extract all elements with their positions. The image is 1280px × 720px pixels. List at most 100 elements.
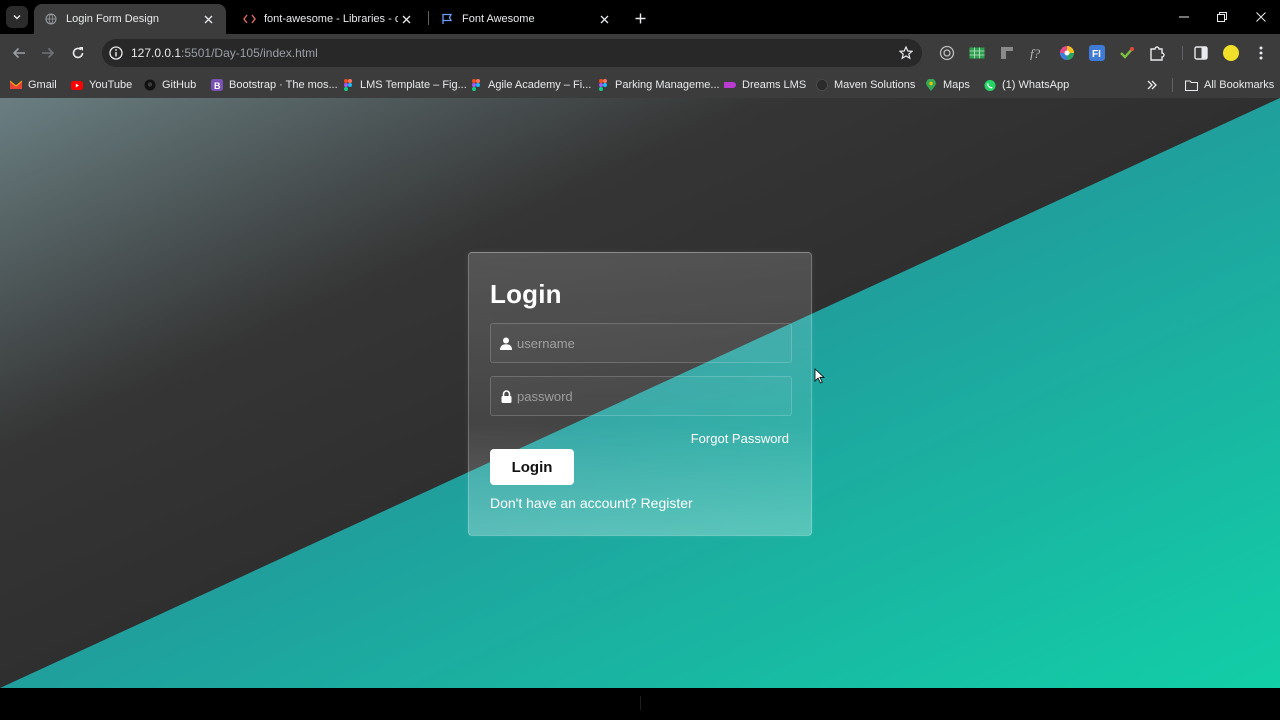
- page-viewport: Login Forgot Password Login Don't have a…: [0, 98, 1280, 688]
- figma-icon: [342, 79, 354, 91]
- more-bookmarks-button[interactable]: [1144, 76, 1160, 94]
- login-button[interactable]: Login: [490, 449, 574, 485]
- password-field[interactable]: [490, 376, 792, 416]
- svg-text:FI: FI: [1092, 49, 1101, 60]
- minimize-button[interactable]: [1175, 8, 1193, 26]
- whatsapp-icon: [984, 79, 996, 91]
- restore-button[interactable]: [1213, 8, 1231, 26]
- login-title: Login: [490, 279, 562, 309]
- globe-icon: [816, 79, 828, 91]
- plus-icon: [635, 13, 645, 23]
- bookmark-label: Agile Academy – Fi...: [488, 79, 592, 91]
- side-panel-icon[interactable]: [1192, 44, 1210, 62]
- svg-text:B: B: [214, 81, 221, 91]
- tab-strip: Login Form Design font-awesome - Librari…: [0, 0, 1280, 34]
- bookmark-label: GitHub: [162, 79, 197, 91]
- tab-title: font-awesome - Libraries - cdnj: [264, 13, 398, 25]
- register-prompt: Don't have an account?: [490, 495, 637, 511]
- address-bar[interactable]: 127.0.0.1:5501/Day-105/index.html: [102, 39, 922, 67]
- extension-layout-icon[interactable]: [998, 44, 1016, 62]
- close-icon[interactable]: [596, 11, 612, 27]
- tab-title: Login Form Design: [66, 13, 159, 25]
- taskbar-divider: [640, 696, 641, 710]
- tab-login-form-design[interactable]: Login Form Design: [34, 4, 226, 34]
- globe-icon: [44, 12, 58, 26]
- username-input[interactable]: [517, 324, 787, 362]
- mouse-cursor-icon: [814, 368, 826, 384]
- tab-search-button[interactable]: [6, 6, 28, 28]
- bookmark-github[interactable]: GitHub: [144, 76, 196, 94]
- all-bookmarks-button[interactable]: All Bookmarks: [1184, 76, 1274, 94]
- bookmark-label: YouTube: [89, 79, 133, 91]
- close-window-button[interactable]: [1252, 8, 1270, 26]
- tab-font-awesome[interactable]: Font Awesome: [430, 4, 622, 34]
- bookmark-whatsapp[interactable]: (1) WhatsApp: [984, 76, 1069, 94]
- extension-formula-icon[interactable]: f?: [1028, 44, 1046, 62]
- close-icon[interactable]: [200, 11, 216, 27]
- reload-icon: [72, 47, 84, 59]
- bookmark-dreams-lms[interactable]: Dreams LMS: [724, 76, 806, 94]
- chevron-double-right-icon: [1147, 80, 1157, 90]
- bookmark-label: LMS Template – Fig...: [360, 79, 467, 91]
- bookmark-agile-academy[interactable]: Agile Academy – Fi...: [470, 76, 591, 94]
- bookmark-gmail[interactable]: Gmail: [10, 76, 57, 94]
- forward-button[interactable]: [38, 43, 58, 63]
- bookmark-parking-management[interactable]: Parking Manageme...: [597, 76, 720, 94]
- arrow-right-icon: [42, 47, 55, 59]
- folder-icon: [1184, 79, 1198, 91]
- bookmark-lms-template[interactable]: LMS Template – Fig...: [342, 76, 467, 94]
- gmail-icon: [10, 79, 22, 91]
- bookmark-label: Maps: [943, 79, 970, 91]
- profile-avatar[interactable]: [1222, 44, 1240, 62]
- tab-title: Font Awesome: [462, 13, 535, 25]
- url-host: 127.0.0.1: [131, 46, 182, 60]
- figma-icon: [597, 79, 609, 91]
- arrow-left-icon: [12, 47, 25, 59]
- toolbar-divider: [1182, 46, 1183, 60]
- minimize-icon: [1179, 16, 1189, 18]
- extension-sheet-icon[interactable]: [968, 44, 986, 62]
- extension-check-icon[interactable]: [1118, 44, 1136, 62]
- new-tab-button[interactable]: [630, 8, 650, 28]
- login-card: Login Forgot Password Login Don't have a…: [468, 252, 812, 536]
- taskbar: [0, 688, 1280, 720]
- figma-icon: [470, 79, 482, 91]
- bookmark-youtube[interactable]: YouTube: [71, 76, 132, 94]
- reload-button[interactable]: [68, 43, 88, 63]
- restore-icon: [1217, 12, 1227, 22]
- register-row: Don't have an account? Register: [490, 495, 693, 511]
- site-info-icon[interactable]: [108, 45, 124, 61]
- maps-icon: [925, 79, 937, 91]
- bookmark-label: Bootstrap · The mos...: [229, 79, 338, 91]
- bookmark-maven-solutions[interactable]: Maven Solutions: [816, 76, 915, 94]
- tab-font-awesome-libraries[interactable]: font-awesome - Libraries - cdnj: [232, 4, 424, 34]
- back-button[interactable]: [9, 43, 29, 63]
- bookmarks-bar: Gmail YouTube GitHub B Bootstrap · The m…: [0, 72, 1280, 98]
- extensions-puzzle-icon[interactable]: [1148, 44, 1166, 62]
- tab-divider: [428, 11, 429, 25]
- bootstrap-icon: B: [211, 79, 223, 91]
- extension-color-icon[interactable]: [1058, 44, 1076, 62]
- browser-menu-icon[interactable]: [1252, 44, 1270, 62]
- bookmark-label: Dreams LMS: [742, 79, 807, 91]
- bookmark-label: Gmail: [28, 79, 57, 91]
- dreams-icon: [724, 79, 736, 91]
- forgot-password-link[interactable]: Forgot Password: [691, 431, 789, 446]
- close-icon[interactable]: [398, 11, 414, 27]
- username-field[interactable]: [490, 323, 792, 363]
- github-icon: [144, 79, 156, 91]
- bookmarks-divider: [1172, 78, 1173, 92]
- youtube-icon: [71, 79, 83, 91]
- register-link[interactable]: Register: [641, 495, 693, 511]
- user-icon: [499, 336, 513, 350]
- chevron-down-icon: [13, 15, 21, 20]
- bookmark-label: Maven Solutions: [834, 79, 916, 91]
- bookmark-star-icon[interactable]: [898, 45, 914, 61]
- svg-text:f?: f?: [1030, 46, 1041, 60]
- bookmark-bootstrap[interactable]: B Bootstrap · The mos...: [211, 76, 338, 94]
- extension-fi-icon[interactable]: FI: [1088, 44, 1106, 62]
- bookmark-maps[interactable]: Maps: [925, 76, 970, 94]
- extension-target-icon[interactable]: [938, 44, 956, 62]
- browser-toolbar: 127.0.0.1:5501/Day-105/index.html f? FI: [0, 34, 1280, 72]
- password-input[interactable]: [517, 377, 787, 415]
